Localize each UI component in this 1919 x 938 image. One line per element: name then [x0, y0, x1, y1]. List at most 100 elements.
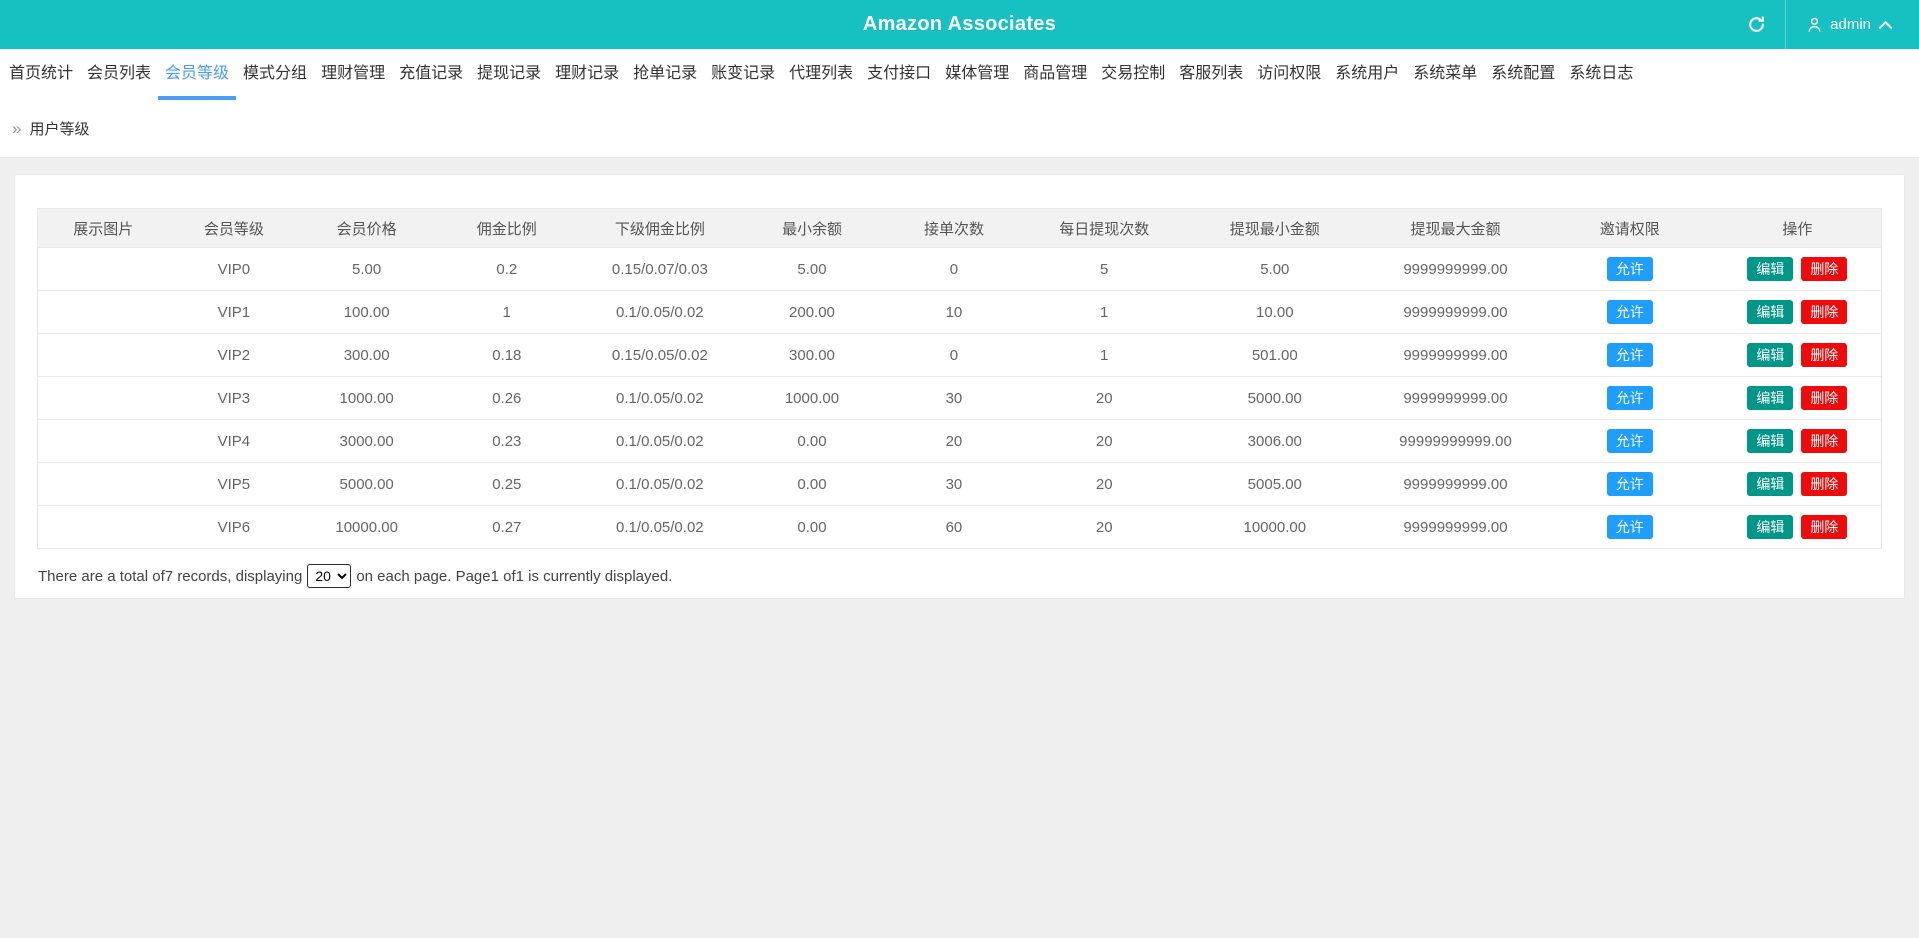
- nav-item-11[interactable]: 支付接口: [860, 45, 938, 100]
- nav-item-14[interactable]: 交易控制: [1094, 45, 1172, 100]
- column-header-8: 提现最小金额: [1184, 209, 1365, 248]
- breadcrumb: » 用户等级: [0, 100, 1919, 158]
- cell-invite-permission: 允许: [1546, 463, 1714, 506]
- nav-item-7[interactable]: 理财记录: [548, 45, 626, 100]
- cell-daily-withdrawals: 20: [1024, 506, 1184, 549]
- cell-min-balance: 0.00: [740, 463, 884, 506]
- cell-sub-commission: 0.1/0.05/0.02: [580, 506, 740, 549]
- allow-button[interactable]: 允许: [1607, 300, 1653, 325]
- cell-orders: 30: [884, 463, 1024, 506]
- nav-item-4[interactable]: 理财管理: [314, 45, 392, 100]
- allow-button[interactable]: 允许: [1607, 257, 1653, 282]
- allow-button[interactable]: 允许: [1607, 429, 1653, 454]
- nav-item-0[interactable]: 首页统计: [2, 45, 80, 100]
- column-header-9: 提现最大金额: [1365, 209, 1546, 248]
- nav-item-8[interactable]: 抢单记录: [626, 45, 704, 100]
- cell-daily-withdrawals: 1: [1024, 334, 1184, 377]
- user-menu[interactable]: admin: [1786, 0, 1919, 49]
- cell-actions: 编辑删除: [1714, 334, 1882, 377]
- edit-button[interactable]: 编辑: [1747, 343, 1793, 368]
- table-header-row: 展示图片会员等级会员价格佣金比例下级佣金比例最小余额接单次数每日提现次数提现最小…: [38, 209, 1882, 248]
- table-body: VIP05.000.20.15/0.07/0.035.00055.0099999…: [38, 248, 1882, 549]
- cell-daily-withdrawals: 20: [1024, 377, 1184, 420]
- cell-commission: 0.27: [434, 506, 580, 549]
- refresh-icon: [1747, 15, 1766, 34]
- cell-min-balance: 300.00: [740, 334, 884, 377]
- cell-price: 1000.00: [299, 377, 434, 420]
- header-right: admin: [1727, 0, 1919, 49]
- cell-image: [38, 334, 169, 377]
- column-header-6: 接单次数: [884, 209, 1024, 248]
- edit-button[interactable]: 编辑: [1747, 257, 1793, 282]
- cell-image: [38, 506, 169, 549]
- column-header-4: 下级佣金比例: [580, 209, 740, 248]
- cell-max-withdrawal: 9999999999.00: [1365, 377, 1546, 420]
- cell-commission: 0.26: [434, 377, 580, 420]
- delete-button[interactable]: 删除: [1801, 257, 1847, 282]
- column-header-7: 每日提现次数: [1024, 209, 1184, 248]
- delete-button[interactable]: 删除: [1801, 300, 1847, 325]
- nav-item-19[interactable]: 系统配置: [1484, 45, 1562, 100]
- edit-button[interactable]: 编辑: [1747, 429, 1793, 454]
- cell-min-withdrawal: 3006.00: [1184, 420, 1365, 463]
- nav-item-6[interactable]: 提现记录: [470, 45, 548, 100]
- allow-button[interactable]: 允许: [1607, 343, 1653, 368]
- edit-button[interactable]: 编辑: [1747, 515, 1793, 540]
- cell-min-withdrawal: 5005.00: [1184, 463, 1365, 506]
- delete-button[interactable]: 删除: [1801, 515, 1847, 540]
- cell-sub-commission: 0.1/0.05/0.02: [580, 420, 740, 463]
- nav-item-16[interactable]: 访问权限: [1250, 45, 1328, 100]
- edit-button[interactable]: 编辑: [1747, 300, 1793, 325]
- cell-level: VIP4: [168, 420, 299, 463]
- page-size-select[interactable]: 20: [307, 564, 351, 588]
- allow-button[interactable]: 允许: [1607, 472, 1653, 497]
- nav-item-12[interactable]: 媒体管理: [938, 45, 1016, 100]
- user-icon: [1806, 16, 1823, 33]
- pagination-text-after: on each page. Page1 of1 is currently dis…: [356, 568, 672, 585]
- cell-sub-commission: 0.1/0.05/0.02: [580, 291, 740, 334]
- delete-button[interactable]: 删除: [1801, 472, 1847, 497]
- edit-button[interactable]: 编辑: [1747, 386, 1793, 411]
- nav-item-17[interactable]: 系统用户: [1328, 45, 1406, 100]
- cell-commission: 1: [434, 291, 580, 334]
- nav-item-15[interactable]: 客服列表: [1172, 45, 1250, 100]
- edit-button[interactable]: 编辑: [1747, 472, 1793, 497]
- cell-invite-permission: 允许: [1546, 420, 1714, 463]
- nav-item-10[interactable]: 代理列表: [782, 45, 860, 100]
- cell-commission: 0.2: [434, 248, 580, 291]
- cell-invite-permission: 允许: [1546, 506, 1714, 549]
- cell-commission: 0.18: [434, 334, 580, 377]
- cell-price: 5.00: [299, 248, 434, 291]
- delete-button[interactable]: 删除: [1801, 429, 1847, 454]
- cell-max-withdrawal: 9999999999.00: [1365, 334, 1546, 377]
- content-card: 展示图片会员等级会员价格佣金比例下级佣金比例最小余额接单次数每日提现次数提现最小…: [14, 174, 1905, 599]
- nav-item-1[interactable]: 会员列表: [80, 45, 158, 100]
- column-header-5: 最小余额: [740, 209, 884, 248]
- nav-item-2[interactable]: 会员等级: [158, 45, 236, 100]
- nav-item-9[interactable]: 账变记录: [704, 45, 782, 100]
- nav-item-18[interactable]: 系统菜单: [1406, 45, 1484, 100]
- breadcrumb-chevrons-icon: »: [12, 119, 21, 139]
- delete-button[interactable]: 删除: [1801, 343, 1847, 368]
- cell-image: [38, 248, 169, 291]
- nav-item-5[interactable]: 充值记录: [392, 45, 470, 100]
- cell-price: 10000.00: [299, 506, 434, 549]
- cell-image: [38, 377, 169, 420]
- nav-item-20[interactable]: 系统日志: [1562, 45, 1640, 100]
- cell-min-withdrawal: 10.00: [1184, 291, 1365, 334]
- nav-item-3[interactable]: 模式分组: [236, 45, 314, 100]
- allow-button[interactable]: 允许: [1607, 515, 1653, 540]
- cell-commission: 0.23: [434, 420, 580, 463]
- cell-invite-permission: 允许: [1546, 248, 1714, 291]
- table-row: VIP43000.000.230.1/0.05/0.020.0020203006…: [38, 420, 1882, 463]
- refresh-button[interactable]: [1727, 0, 1785, 49]
- table-row: VIP610000.000.270.1/0.05/0.020.006020100…: [38, 506, 1882, 549]
- allow-button[interactable]: 允许: [1607, 386, 1653, 411]
- cell-min-withdrawal: 10000.00: [1184, 506, 1365, 549]
- cell-orders: 10: [884, 291, 1024, 334]
- cell-min-balance: 1000.00: [740, 377, 884, 420]
- table-row: VIP1100.0010.1/0.05/0.02200.0010110.0099…: [38, 291, 1882, 334]
- cell-price: 5000.00: [299, 463, 434, 506]
- delete-button[interactable]: 删除: [1801, 386, 1847, 411]
- nav-item-13[interactable]: 商品管理: [1016, 45, 1094, 100]
